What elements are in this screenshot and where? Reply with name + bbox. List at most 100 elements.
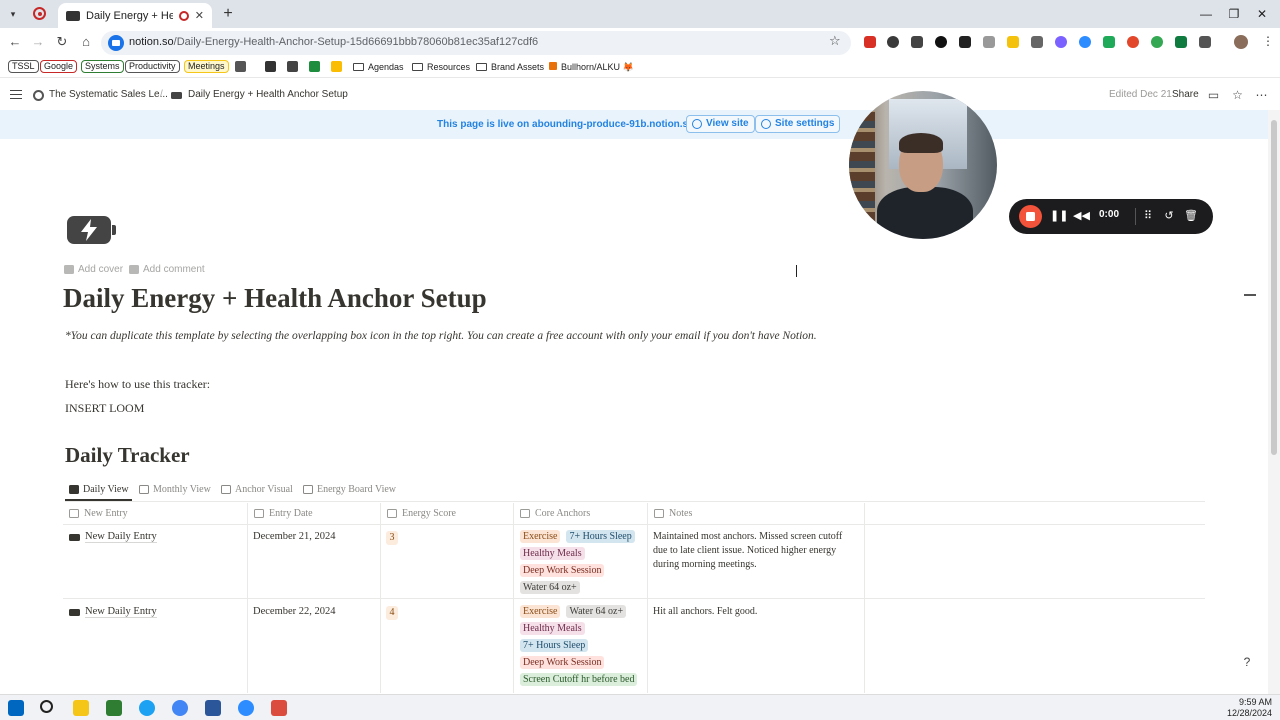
view-site-button[interactable]: View site (686, 115, 755, 133)
column-header-notes[interactable]: Notes (648, 503, 692, 525)
more-options-icon[interactable]: ⋯ (1255, 89, 1268, 102)
start-icon[interactable] (8, 700, 24, 716)
zoom-icon[interactable] (238, 700, 254, 716)
google-drive-icon[interactable] (331, 61, 342, 72)
extension-icon-4[interactable] (935, 36, 947, 48)
notes-cell[interactable]: Hit all anchors. Felt good. (653, 605, 858, 619)
page-scrollbar[interactable] (1268, 110, 1280, 694)
table-row[interactable]: New Daily Entry December 22, 2024 4 Exer… (63, 600, 1205, 696)
tab-anchor-visual[interactable]: Anchor Visual (221, 484, 293, 495)
trash-icon[interactable]: 🗑 (1184, 209, 1198, 223)
extension-icon-11[interactable] (1103, 36, 1115, 48)
taskbar-app-icon-1[interactable] (106, 700, 122, 716)
bookmark-productivity[interactable]: Productivity (125, 60, 180, 73)
extension-icon-10[interactable] (1079, 36, 1091, 48)
scroll-thumb[interactable] (1271, 120, 1277, 455)
bookmark-systems[interactable]: Systems (81, 60, 124, 73)
extension-icon-3[interactable] (911, 36, 923, 48)
energy-score-badge[interactable]: 3 (386, 531, 398, 545)
tab-energy-board-view[interactable]: Energy Board View (303, 484, 396, 495)
bookmark-tssl[interactable]: TSSL (8, 60, 39, 73)
browser-tab-active[interactable]: Daily Energy + Health Anch ✕ (58, 3, 212, 28)
favorite-star-icon[interactable]: ☆ (1231, 89, 1244, 102)
bookmark-meetings[interactable]: Meetings (184, 60, 229, 73)
home-icon[interactable]: ⌂ (77, 33, 95, 51)
chrome-icon[interactable] (172, 700, 188, 716)
system-clock[interactable]: 9:59 AM 12/28/2024 (1227, 697, 1272, 719)
bookmark-icon-1[interactable] (265, 61, 276, 72)
breadcrumb-page[interactable]: Daily Energy + Health Anchor Setup (188, 89, 348, 100)
calculator-icon[interactable] (205, 700, 221, 716)
extension-icon-6[interactable] (983, 36, 995, 48)
sidebar-menu-icon[interactable] (10, 90, 22, 99)
new-tab-button[interactable]: + (219, 5, 237, 23)
search-icon[interactable] (40, 700, 53, 713)
comments-icon[interactable]: ▭ (1207, 89, 1220, 102)
profile-avatar[interactable] (1234, 35, 1248, 49)
extension-icon-7[interactable] (1007, 36, 1019, 48)
file-explorer-icon[interactable] (73, 700, 89, 716)
loom-placeholder[interactable]: INSERT LOOM (65, 401, 144, 416)
restore-icon[interactable]: ❐ (1224, 5, 1244, 23)
forward-icon[interactable]: → (29, 33, 47, 51)
restart-icon[interactable]: ↺ (1162, 209, 1176, 223)
help-icon[interactable]: ? (1238, 653, 1256, 671)
bookmark-bullhorn[interactable]: Bullhorn/ALKU 🦊 (549, 60, 634, 74)
page-battery-icon[interactable] (67, 216, 116, 244)
webcam-bubble[interactable] (849, 91, 997, 239)
pause-icon[interactable]: ❚❚ (1050, 209, 1068, 223)
column-header-entry-date[interactable]: Entry Date (248, 503, 313, 525)
tab-daily-view[interactable]: Daily View (69, 484, 129, 495)
entry-date[interactable]: December 21, 2024 (253, 531, 336, 542)
close-window-icon[interactable]: ✕ (1252, 5, 1272, 23)
notes-cell[interactable]: Maintained most anchors. Missed screen c… (653, 530, 858, 572)
todoist-icon[interactable] (271, 700, 287, 716)
bookmark-icon-2[interactable] (287, 61, 298, 72)
tab-search-button[interactable]: ▾ (4, 5, 22, 23)
template-note[interactable]: *You can duplicate this template by sele… (65, 330, 817, 342)
address-bar[interactable]: notion.so/Daily-Energy-Health-Anchor-Set… (101, 31, 851, 55)
breadcrumb-workspace[interactable]: The Systematic Sales Le... (49, 89, 168, 100)
extension-icon-8[interactable] (1031, 36, 1043, 48)
extension-icon-14[interactable] (1175, 36, 1187, 48)
howto-text[interactable]: Here's how to use this tracker: (65, 377, 210, 392)
bookmark-agendas[interactable]: Agendas (353, 60, 404, 74)
section-heading[interactable]: Daily Tracker (65, 443, 190, 468)
rewind-icon[interactable]: ◀◀ (1073, 209, 1090, 223)
entry-name[interactable]: New Daily Entry (85, 606, 157, 618)
extension-icon-13[interactable] (1151, 36, 1163, 48)
back-icon[interactable]: ← (6, 33, 24, 51)
recording-tab-icon[interactable] (33, 7, 46, 20)
page-title[interactable]: Daily Energy + Health Anchor Setup (63, 283, 487, 314)
reload-icon[interactable]: ↻ (53, 33, 71, 51)
site-info-icon[interactable] (108, 35, 124, 51)
site-settings-button[interactable]: Site settings (755, 115, 841, 133)
core-anchors-cell[interactable]: Exercise 7+ Hours Sleep Healthy Meals De… (520, 530, 648, 594)
taskbar-app-icon-2[interactable] (139, 700, 155, 716)
extension-icon-2[interactable] (887, 36, 899, 48)
drag-handle-icon[interactable]: ⠿ (1141, 209, 1155, 223)
entry-date[interactable]: December 22, 2024 (253, 606, 336, 617)
add-cover-button[interactable]: Add cover (64, 264, 123, 275)
table-row[interactable]: New Daily Entry December 21, 2024 3 Exer… (63, 525, 1205, 599)
bookmark-star-icon[interactable]: ☆ (829, 34, 843, 48)
apps-grid-icon[interactable] (235, 61, 246, 72)
minimize-icon[interactable]: — (1196, 5, 1216, 23)
core-anchors-cell[interactable]: Exercise Water 64 oz+ Healthy Meals 7+ H… (520, 605, 648, 686)
tab-monthly-view[interactable]: Monthly View (139, 484, 211, 495)
extension-icon-12[interactable] (1127, 36, 1139, 48)
bookmark-brand-assets[interactable]: Brand Assets (476, 60, 544, 74)
bookmark-google[interactable]: Google (40, 60, 78, 73)
browser-menu-icon[interactable]: ⋮ (1262, 35, 1274, 47)
stop-recording-button[interactable] (1019, 205, 1042, 228)
extensions-puzzle-icon[interactable] (1199, 36, 1211, 48)
extension-icon-9[interactable] (1055, 36, 1067, 48)
outline-toggle-icon[interactable] (1244, 294, 1256, 296)
column-header-new-entry[interactable]: New Entry (63, 503, 128, 525)
bookmark-resources[interactable]: Resources (412, 60, 470, 74)
column-header-energy-score[interactable]: Energy Score (381, 503, 456, 525)
share-button[interactable]: Share (1172, 89, 1199, 100)
bookmark-icon-3[interactable] (309, 61, 320, 72)
energy-score-badge[interactable]: 4 (386, 606, 398, 620)
entry-name[interactable]: New Daily Entry (85, 531, 157, 543)
